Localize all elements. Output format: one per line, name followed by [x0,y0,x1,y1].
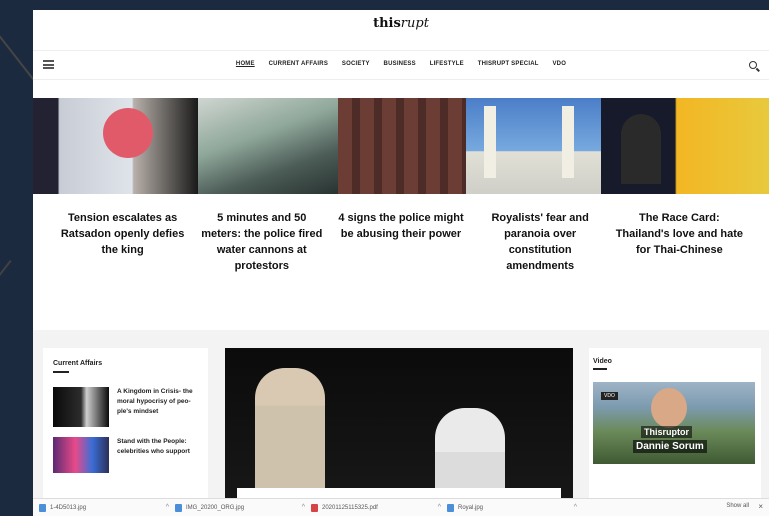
article-card[interactable]: 4 signs the police might be abusing thei… [336,210,466,274]
article-image-2[interactable] [198,98,338,194]
nav-item-home[interactable]: HOME [236,61,255,67]
image-file-icon [447,503,454,512]
article-card[interactable]: The Race Card: Thailand's love and hate … [614,210,744,274]
sidebar-article-title[interactable]: A Kingdom in Crisis- the moral hypocrisy… [117,387,198,427]
search-icon[interactable] [749,61,757,69]
video-person [651,388,687,428]
lower-section: Current Affairs A Kingdom in Crisis- the… [33,330,769,508]
video-caption-line1: Thisruptor [641,426,692,438]
sidebar-article[interactable]: Stand with the People: celebrities who s… [53,437,198,473]
logo-main: this [373,16,401,31]
article-title[interactable]: 4 signs the police might be abusing thei… [336,210,466,242]
chevron-up-icon[interactable]: ^ [302,504,305,511]
article-card[interactable]: 5 minutes and 50 meters: the police fire… [197,210,327,274]
article-card[interactable]: Tension escalates as Ratsadon openly def… [58,210,188,274]
nav-item-business[interactable]: BUSINESS [384,61,416,67]
main-nav: HOME CURRENT AFFAIRS SOCIETY BUSINESS LI… [33,50,769,80]
logo-sub: rupt [400,16,429,31]
nav-item-lifestyle[interactable]: LIFESTYLE [430,61,464,67]
download-item[interactable]: Royal.jpg ^ [447,503,577,512]
nav-items: HOME CURRENT AFFAIRS SOCIETY BUSINESS LI… [33,61,769,67]
hero-image-strip [33,98,769,194]
article-title[interactable]: 5 minutes and 50 meters: the police fire… [197,210,327,274]
video-section: Video VDO Thisruptor Dannie Sorum [589,348,761,508]
download-item[interactable]: 1-4D5013.jpg ^ [39,503,169,512]
current-affairs-sidebar: Current Affairs A Kingdom in Crisis- the… [43,348,208,508]
heading-underline [593,368,607,370]
feature-figure [255,368,325,508]
download-filename: 20201125115325.pdf [322,504,378,511]
nav-item-thisrupt-special[interactable]: THISRUPT SPECIAL [478,61,539,67]
nav-item-current-affairs[interactable]: CURRENT AFFAIRS [269,61,328,67]
article-title[interactable]: Tension escalates as Ratsadon openly def… [58,210,188,258]
article-image-1[interactable] [33,98,198,194]
download-filename: Royal.jpg [458,504,484,511]
article-card[interactable]: Royalists' fear and paranoia over consti… [475,210,605,274]
site-logo[interactable]: thisrupt [33,16,769,31]
featured-articles: Tension escalates as Ratsadon openly def… [33,210,769,274]
sidebar-article[interactable]: A Kingdom in Crisis- the moral hypocrisy… [53,387,198,427]
sidebar-article-thumbnail[interactable] [53,387,109,427]
article-title[interactable]: Royalists' fear and paranoia over consti… [475,210,605,274]
nav-item-society[interactable]: SOCIETY [342,61,370,67]
download-filename: 1-4D5013.jpg [50,504,87,511]
video-caption-line2: Dannie Sorum [633,440,707,453]
video-heading: Video [593,358,612,365]
chevron-up-icon[interactable]: ^ [438,504,441,511]
browser-window: thisrupt HOME CURRENT AFFAIRS SOCIETY BU… [33,10,769,516]
article-image-3[interactable] [338,98,466,194]
sidebar-article-thumbnail[interactable] [53,437,109,473]
sidebar-heading: Current Affairs [53,360,103,367]
chevron-up-icon[interactable]: ^ [166,504,169,511]
video-thumbnail[interactable]: VDO Thisruptor Dannie Sorum [593,382,755,464]
show-all-link[interactable]: Show all [726,503,749,509]
feature-image[interactable] [225,348,573,508]
sidebar-article-title[interactable]: Stand with the People: celebrities who s… [117,437,198,473]
heading-underline [53,371,69,373]
image-file-icon [175,503,182,512]
image-file-icon [39,503,46,512]
background-decoration [0,260,12,467]
article-image-5[interactable] [601,98,769,194]
download-filename: IMG_20200_ORG.jpg [186,504,245,511]
chevron-up-icon[interactable]: ^ [574,504,577,511]
article-title[interactable]: The Race Card: Thailand's love and hate … [614,210,744,258]
download-item[interactable]: 20201125115325.pdf ^ [311,503,441,512]
video-tag: VDO [601,392,618,400]
downloads-bar: 1-4D5013.jpg ^ IMG_20200_ORG.jpg ^ 20201… [33,498,769,516]
article-image-4[interactable] [466,98,601,194]
close-icon[interactable]: × [758,502,763,511]
pdf-file-icon [311,503,318,512]
download-item[interactable]: IMG_20200_ORG.jpg ^ [175,503,305,512]
nav-item-vdo[interactable]: VDO [552,61,566,67]
